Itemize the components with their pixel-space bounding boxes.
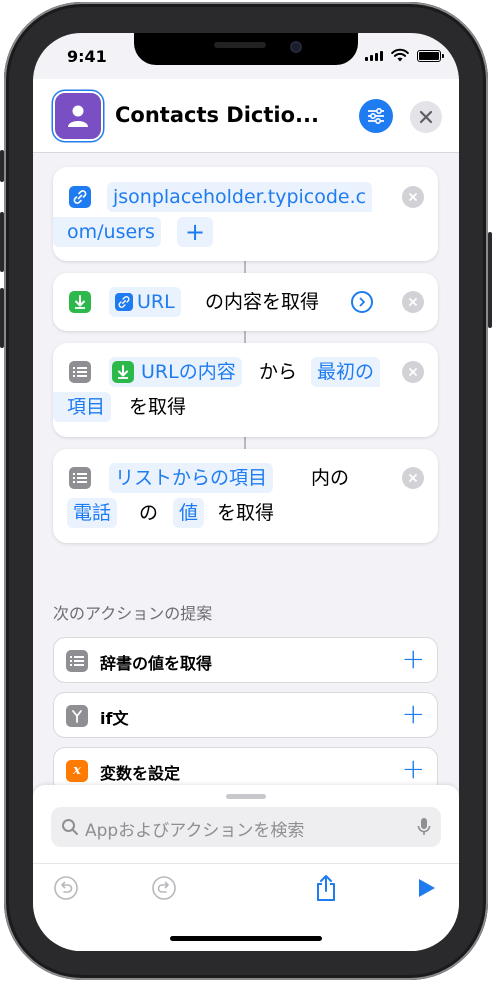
shortcut-icon[interactable] (53, 91, 103, 141)
run-button[interactable] (411, 873, 441, 903)
remove-action-button[interactable] (402, 467, 424, 489)
suggestion-label: 辞書の値を取得 (100, 654, 213, 673)
suggestion-get-dictionary-value[interactable]: 辞書の値を取得 + (53, 637, 438, 683)
action-get-dictionary-value[interactable]: リストからの項目 内の 電話 の 値 を取得 (53, 449, 438, 543)
value-token[interactable]: 値 (173, 498, 205, 528)
close-icon (409, 474, 417, 482)
remove-action-button[interactable] (402, 361, 424, 383)
action-url[interactable]: jsonplaceholder.typicode.c om/users + (53, 167, 438, 261)
close-icon (409, 193, 417, 201)
volume-up-button (0, 212, 4, 272)
variable-icon: x (66, 760, 88, 782)
add-suggestion-button[interactable]: + (402, 699, 425, 729)
key-token[interactable]: 電話 (67, 498, 118, 528)
close-icon (409, 368, 417, 376)
from-label: から (259, 361, 298, 383)
action-get-contents[interactable]: URL の内容を取得 (53, 273, 438, 331)
share-icon (317, 875, 335, 901)
branch-icon (66, 705, 88, 727)
close-icon (409, 298, 417, 306)
add-variable-button[interactable]: + (177, 217, 214, 247)
add-suggestion-button[interactable]: + (402, 754, 425, 784)
share-button[interactable] (311, 873, 341, 903)
sliders-icon (368, 107, 384, 125)
list-icon (69, 467, 91, 489)
url-token-line1[interactable]: jsonplaceholder.typicode.c (107, 182, 373, 212)
cellular-signal-icon (365, 51, 383, 61)
undo-icon (54, 876, 78, 900)
remove-action-button[interactable] (402, 291, 424, 313)
connector (244, 436, 246, 450)
volume-down-button (0, 288, 4, 348)
get-label: を取得 (217, 502, 275, 524)
wifi-icon (391, 48, 409, 62)
download-icon (69, 291, 91, 313)
add-suggestion-button[interactable]: + (402, 644, 425, 674)
list-item-variable-token[interactable]: リストからの項目 (109, 463, 274, 493)
close-button[interactable] (410, 101, 442, 133)
search-icon (62, 819, 78, 835)
of-label: の (139, 502, 159, 524)
suggestion-label: 変数を設定 (100, 764, 181, 783)
in-label: 内の (311, 467, 350, 489)
shortcut-title[interactable]: Contacts Dictio... (115, 103, 319, 127)
sheet-grabber[interactable] (226, 794, 266, 799)
screen: 9:41 Contacts Dictio... jsonplaceholder.… (33, 33, 459, 951)
person-icon (68, 105, 88, 127)
undo-button[interactable] (51, 873, 81, 903)
action-search-sheet: Appおよびアクションを検索 (33, 785, 459, 951)
close-icon (419, 110, 433, 124)
battery-icon (417, 50, 444, 62)
chevron-right-icon (359, 297, 365, 307)
microphone-icon[interactable] (417, 817, 431, 837)
mute-switch (0, 150, 4, 182)
expand-button[interactable] (351, 291, 373, 313)
link-icon (69, 186, 91, 208)
list-icon (69, 361, 91, 383)
item-selector-token-line2[interactable]: 項目 (53, 392, 112, 422)
power-button (488, 232, 492, 328)
get-label: を取得 (129, 396, 187, 418)
header: Contacts Dictio... (33, 79, 459, 153)
download-icon (112, 361, 134, 383)
toolbar-divider (33, 863, 459, 864)
action-label: の内容を取得 (205, 291, 320, 313)
link-icon (115, 293, 133, 311)
suggestion-label: if文 (100, 709, 129, 728)
home-indicator[interactable] (170, 936, 322, 941)
list-icon (66, 650, 88, 672)
action-get-item-from-list[interactable]: URLの内容 から 最初の 項目 を取得 (53, 343, 438, 437)
suggestion-if[interactable]: if文 + (53, 692, 438, 738)
remove-action-button[interactable] (402, 186, 424, 208)
play-icon (419, 879, 435, 897)
status-time: 9:41 (67, 47, 107, 66)
item-selector-token-line1[interactable]: 最初の (311, 357, 381, 387)
notch (134, 33, 358, 65)
url-token-line2[interactable]: om/users (53, 217, 161, 247)
search-field[interactable]: Appおよびアクションを検索 (51, 807, 441, 847)
redo-button[interactable] (149, 873, 179, 903)
connector (244, 330, 246, 344)
search-input[interactable]: Appおよびアクションを検索 (85, 816, 304, 841)
suggestions-title: 次のアクションの提案 (53, 604, 213, 623)
settings-button[interactable] (359, 99, 393, 133)
connector (244, 260, 246, 274)
redo-icon (152, 876, 176, 900)
